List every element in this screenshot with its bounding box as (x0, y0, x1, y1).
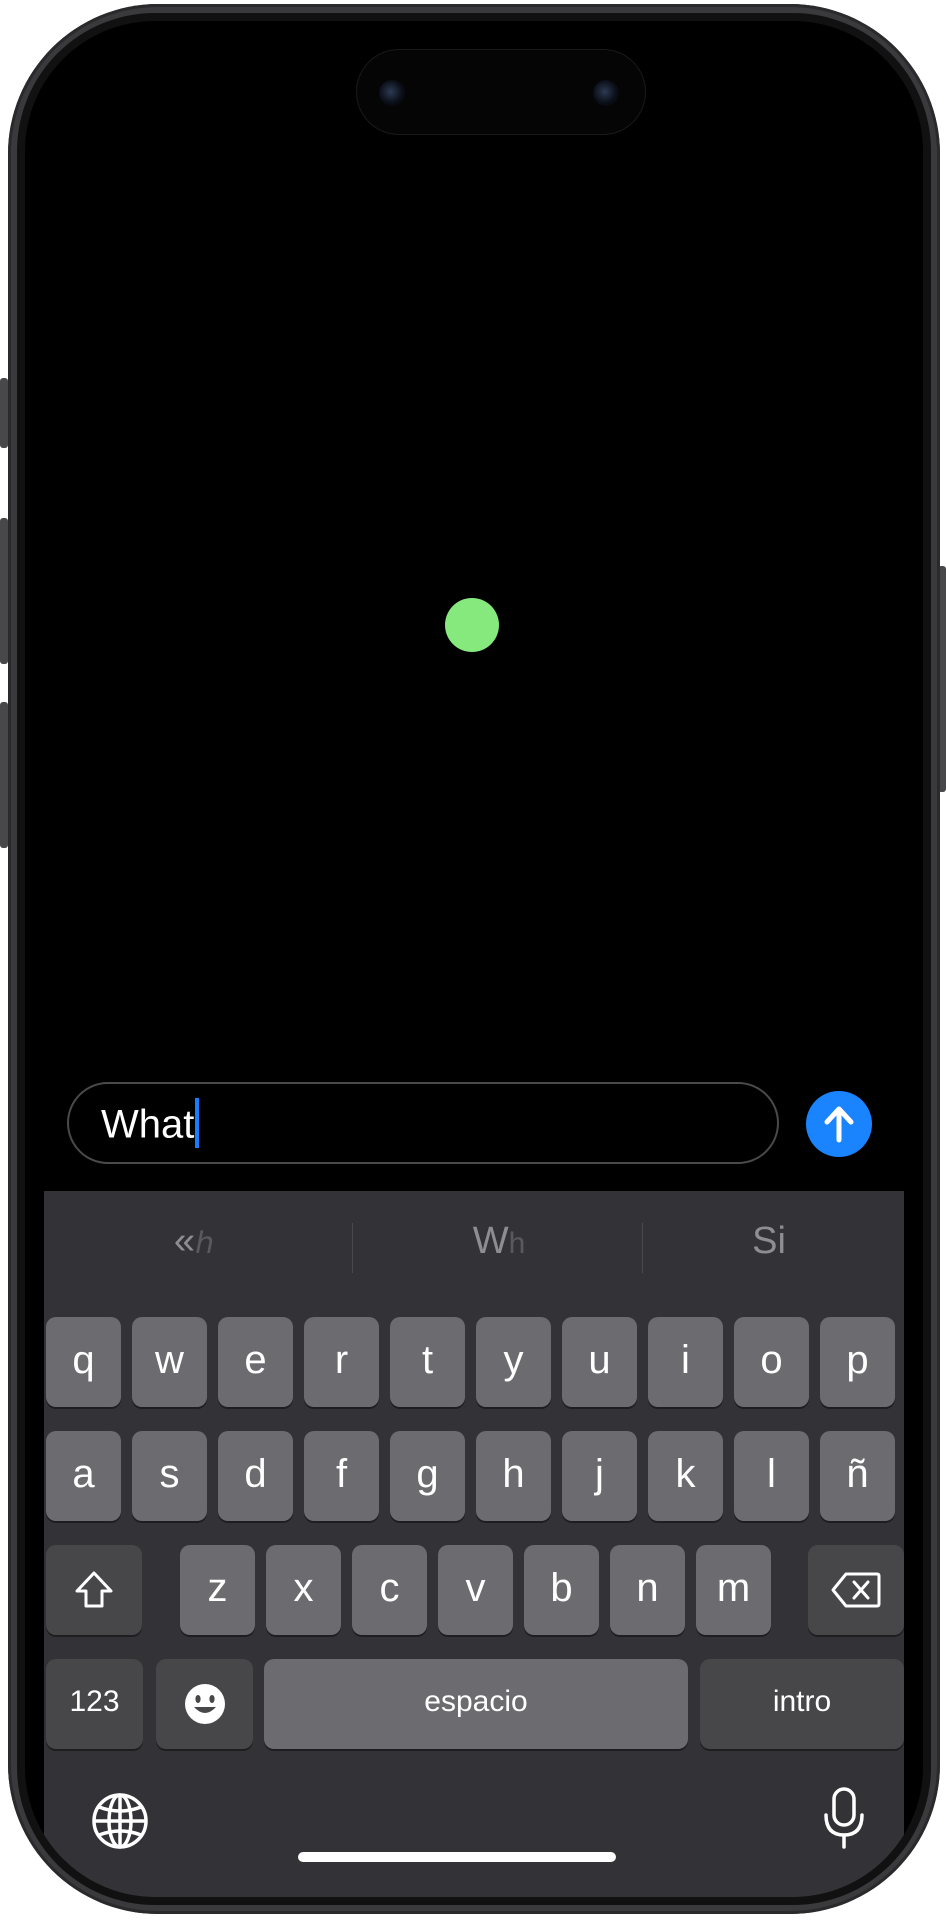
key-o[interactable]: o (734, 1317, 809, 1407)
key-i[interactable]: i (648, 1317, 723, 1407)
key-d[interactable]: d (218, 1431, 293, 1521)
key-x[interactable]: x (266, 1545, 341, 1635)
status-dot (445, 598, 499, 652)
volume-down-button (0, 702, 8, 848)
key-y[interactable]: y (476, 1317, 551, 1407)
key-b[interactable]: b (524, 1545, 599, 1635)
numbers-key[interactable]: 123 (46, 1659, 143, 1749)
prediction-2[interactable]: Wh (364, 1191, 634, 1291)
key-l[interactable]: l (734, 1431, 809, 1521)
key-f[interactable]: f (304, 1431, 379, 1521)
prediction-bar: «ℎ Wh Si (44, 1191, 904, 1291)
shift-icon (75, 1571, 113, 1608)
microphone-button[interactable] (822, 1787, 868, 1851)
key-t[interactable]: t (390, 1317, 465, 1407)
key-ntilde[interactable]: ñ (820, 1431, 895, 1521)
emoji-icon (185, 1684, 225, 1724)
key-s[interactable]: s (132, 1431, 207, 1521)
space-key[interactable]: espacio (264, 1659, 688, 1749)
key-q[interactable]: q (46, 1317, 121, 1407)
key-k[interactable]: k (648, 1431, 723, 1521)
key-m[interactable]: m (696, 1545, 771, 1635)
key-j[interactable]: j (562, 1431, 637, 1521)
delete-key[interactable] (808, 1545, 904, 1635)
key-h[interactable]: h (476, 1431, 551, 1521)
text-caret (195, 1098, 200, 1148)
arrow-up-icon (824, 1106, 854, 1143)
prediction-3[interactable]: Si (654, 1191, 884, 1291)
key-w[interactable]: w (132, 1317, 207, 1407)
volume-up-button (0, 518, 8, 664)
message-input[interactable]: What (67, 1082, 779, 1164)
key-n[interactable]: n (610, 1545, 685, 1635)
screen: What «ℎ Wh Si q w e r t y u i o p a s d … (25, 21, 923, 1897)
key-r[interactable]: r (304, 1317, 379, 1407)
camera-icon (379, 80, 405, 106)
key-z[interactable]: z (180, 1545, 255, 1635)
key-p[interactable]: p (820, 1317, 895, 1407)
shift-key[interactable] (46, 1545, 142, 1635)
sensor-icon (593, 80, 619, 106)
globe-button[interactable] (90, 1791, 152, 1853)
microphone-icon (824, 1787, 864, 1849)
key-g[interactable]: g (390, 1431, 465, 1521)
dynamic-island (356, 49, 646, 135)
prediction-separator (642, 1223, 643, 1273)
prediction-separator (352, 1223, 353, 1273)
key-c[interactable]: c (352, 1545, 427, 1635)
backspace-icon (831, 1572, 881, 1608)
globe-icon (92, 1793, 148, 1849)
return-key[interactable]: intro (700, 1659, 904, 1749)
action-button (0, 378, 8, 448)
send-button[interactable] (806, 1091, 872, 1157)
prediction-1[interactable]: «ℎ (84, 1191, 304, 1291)
key-u[interactable]: u (562, 1317, 637, 1407)
key-v[interactable]: v (438, 1545, 513, 1635)
message-input-value: What (101, 1102, 195, 1147)
home-indicator[interactable] (298, 1852, 616, 1862)
keyboard: «ℎ Wh Si q w e r t y u i o p a s d f g h… (44, 1191, 904, 1897)
key-e[interactable]: e (218, 1317, 293, 1407)
emoji-key[interactable] (156, 1659, 253, 1749)
key-a[interactable]: a (46, 1431, 121, 1521)
